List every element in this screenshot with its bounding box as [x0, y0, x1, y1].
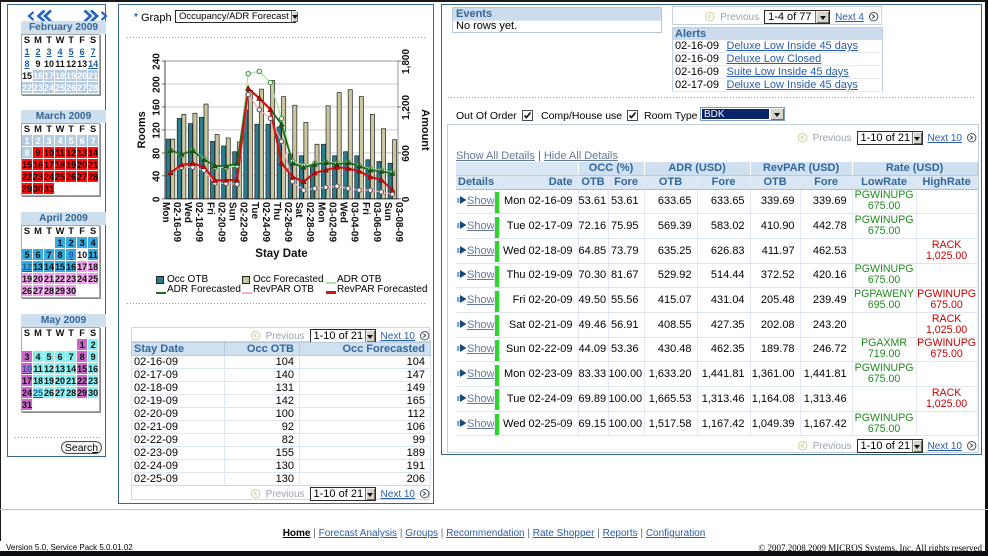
svg-text:02-22-09: 02-22-09: [238, 202, 249, 242]
svg-text:1,800: 1,800: [401, 49, 412, 74]
svg-text:02-28-09: 02-28-09: [304, 202, 315, 242]
svg-text:03-06-09: 03-06-09: [371, 202, 382, 242]
svg-text:Thu: Thu: [271, 202, 282, 220]
svg-text:02-24-09: 02-24-09: [260, 202, 271, 242]
svg-text:200: 200: [152, 76, 163, 93]
svg-text:02-18-09: 02-18-09: [193, 202, 204, 242]
svg-text:02-16-09: 02-16-09: [171, 202, 182, 242]
svg-text:Sun: Sun: [382, 202, 393, 221]
svg-text:Sat: Sat: [293, 202, 304, 218]
svg-text:Stay Date: Stay Date: [255, 248, 307, 260]
svg-text:02-26-09: 02-26-09: [282, 202, 293, 242]
svg-text:03-02-09: 03-02-09: [326, 202, 337, 242]
svg-text:Sun: Sun: [227, 202, 238, 221]
svg-text:Mon: Mon: [160, 202, 171, 223]
svg-text:Fri: Fri: [360, 202, 371, 215]
svg-text:03-08-09: 03-08-09: [393, 202, 404, 242]
svg-text:Amount: Amount: [419, 109, 431, 151]
svg-text:Rooms: Rooms: [136, 111, 148, 148]
svg-text:02-20-09: 02-20-09: [215, 202, 226, 242]
svg-text:Fri: Fri: [204, 202, 215, 215]
svg-text:240: 240: [152, 53, 163, 70]
svg-text:120: 120: [152, 122, 163, 139]
svg-text:1,200: 1,200: [401, 94, 412, 119]
svg-text:80: 80: [152, 147, 163, 159]
svg-text:Tue: Tue: [249, 202, 260, 219]
svg-text:Wed: Wed: [338, 202, 349, 223]
svg-text:03-04-09: 03-04-09: [349, 202, 360, 242]
svg-text:600: 600: [401, 145, 412, 162]
svg-text:40: 40: [152, 170, 163, 182]
svg-text:Mon: Mon: [315, 202, 326, 223]
svg-text:160: 160: [152, 99, 163, 116]
svg-text:Wed: Wed: [182, 202, 193, 223]
